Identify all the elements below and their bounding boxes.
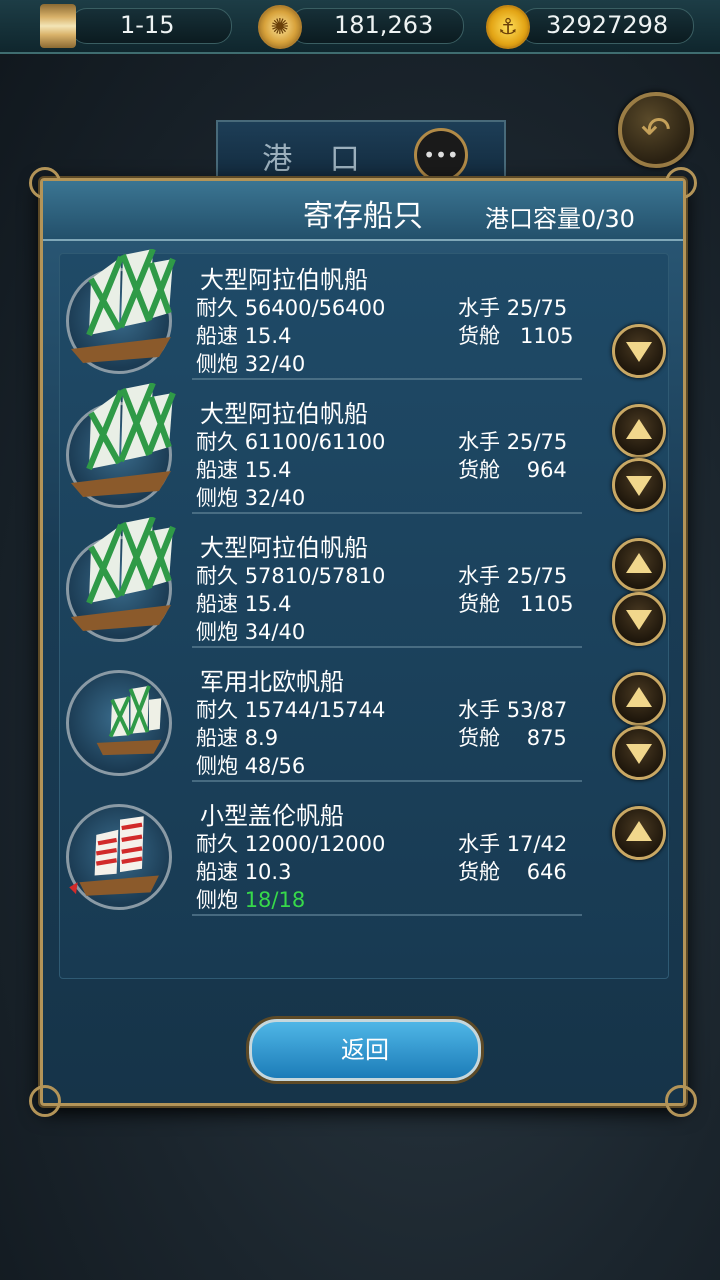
cannons-stat: 侧炮 34/40: [196, 620, 306, 644]
ship-icon: [69, 816, 159, 896]
ship-name: 军用北欧帆船: [200, 668, 344, 696]
hourglass-icon: [40, 4, 76, 48]
ship-name: 大型阿拉伯帆船: [200, 534, 368, 562]
speed-stat: 船速 15.4: [196, 458, 292, 482]
sailors-stat: 水手 17/42: [458, 832, 568, 856]
cannons-stat: 侧炮 32/40: [196, 486, 306, 510]
sailors-stat: 水手 25/75: [458, 296, 568, 320]
cannons-stat: 侧炮 18/18: [196, 888, 306, 912]
cargo-stat: 货舱 964: [458, 458, 567, 482]
return-button[interactable]: 返回: [249, 1019, 481, 1081]
arrow-down-icon: [626, 610, 652, 630]
arrow-down-icon: [626, 744, 652, 764]
sailors-stat: 水手 25/75: [458, 430, 568, 454]
cannons-stat: 侧炮 32/40: [196, 352, 306, 376]
corner-ornament: [665, 1085, 697, 1117]
cargo-stat: 货舱 875: [458, 726, 567, 750]
port-title: 港 口: [262, 142, 374, 177]
ship-icon: [71, 383, 176, 497]
speed-stat: 船速 15.4: [196, 324, 292, 348]
cargo-stat: 货舱 646: [458, 860, 567, 884]
row-divider: [192, 646, 582, 648]
durability-stat: 耐久 15744/15744: [196, 698, 386, 722]
sailors-stat: 水手 25/75: [458, 564, 568, 588]
ship-icon: [96, 685, 162, 756]
ship-icon: [71, 517, 176, 631]
gold-text: 32927298: [546, 11, 669, 39]
cargo-stat: 货舱 1105: [458, 324, 574, 348]
durability-stat: 耐久 61100/61100: [196, 430, 386, 454]
row-divider: [192, 512, 582, 514]
arrow-up-icon: [626, 687, 652, 707]
stored-ships-dialog: 寄存船只 港口容量0/30 大型阿拉伯帆船 耐久 56400/56400 船速 …: [29, 167, 697, 1117]
ship-icon: [71, 249, 176, 363]
ship-row: 大型阿拉伯帆船 耐久 57810/57810 船速 15.4 侧炮 34/40 …: [60, 517, 668, 656]
move-up-button[interactable]: [612, 806, 666, 860]
move-up-button[interactable]: [612, 538, 666, 592]
speed-stat: 船速 10.3: [196, 860, 292, 884]
ship-name: 大型阿拉伯帆船: [200, 400, 368, 428]
move-down-button[interactable]: [612, 592, 666, 646]
port-banner: 港 口 •••: [216, 120, 506, 186]
arrow-up-icon: [626, 553, 652, 573]
port-capacity: 港口容量0/30: [485, 205, 635, 233]
speed-stat: 船速 8.9: [196, 726, 279, 750]
move-up-button[interactable]: [612, 672, 666, 726]
anchor-coin-icon: ⚓: [486, 5, 530, 49]
ship-row: 大型阿拉伯帆船 耐久 56400/56400 船速 15.4 侧炮 32/40 …: [60, 249, 668, 388]
ship-name: 大型阿拉伯帆船: [200, 266, 368, 294]
dialog-header: 寄存船只 港口容量0/30: [43, 181, 683, 241]
ship-row: 军用北欧帆船 耐久 15744/15744 船速 8.9 侧炮 48/56 水手…: [60, 656, 668, 790]
ship-row: 大型阿拉伯帆船 耐久 61100/61100 船速 15.4 侧炮 32/40 …: [60, 383, 668, 522]
corner-ornament: [29, 1085, 61, 1117]
ship-portrait: [66, 249, 176, 374]
cargo-stat: 货舱 1105: [458, 592, 574, 616]
sailors-stat: 水手 53/87: [458, 698, 568, 722]
speed-stat: 船速 15.4: [196, 592, 292, 616]
top-status-bar: 1-15 ✺ 181,263 ⚓ 32927298: [0, 0, 720, 54]
ship-portrait: [66, 804, 172, 910]
move-up-button[interactable]: [612, 404, 666, 458]
arrow-up-icon: [626, 419, 652, 439]
cannons-stat: 侧炮 48/56: [196, 754, 306, 778]
row-divider: [192, 378, 582, 380]
move-down-button[interactable]: [612, 726, 666, 780]
row-divider: [192, 780, 582, 782]
durability-stat: 耐久 12000/12000: [196, 832, 386, 856]
return-arrow-icon: ↶: [640, 109, 672, 151]
durability-stat: 耐久 56400/56400: [196, 296, 386, 320]
arrow-down-icon: [626, 342, 652, 362]
ship-portrait: [66, 383, 176, 508]
level-text: 1-15: [120, 11, 175, 39]
coins-text: 181,263: [334, 11, 434, 39]
ship-row: 小型盖伦帆船 耐久 12000/12000 船速 10.3 侧炮 18/18 水…: [60, 790, 668, 924]
chat-icon[interactable]: •••: [414, 128, 468, 182]
ship-portrait: [66, 670, 172, 776]
move-down-button[interactable]: [612, 458, 666, 512]
compass-icon: ✺: [258, 5, 302, 49]
back-button[interactable]: ↶: [618, 92, 694, 168]
ship-portrait: [66, 517, 176, 642]
arrow-up-icon: [626, 821, 652, 841]
row-divider: [192, 914, 582, 916]
arrow-down-icon: [626, 476, 652, 496]
ship-name: 小型盖伦帆船: [200, 802, 344, 830]
ship-list[interactable]: 大型阿拉伯帆船 耐久 56400/56400 船速 15.4 侧炮 32/40 …: [59, 249, 669, 979]
move-down-button[interactable]: [612, 324, 666, 378]
durability-stat: 耐久 57810/57810: [196, 564, 386, 588]
